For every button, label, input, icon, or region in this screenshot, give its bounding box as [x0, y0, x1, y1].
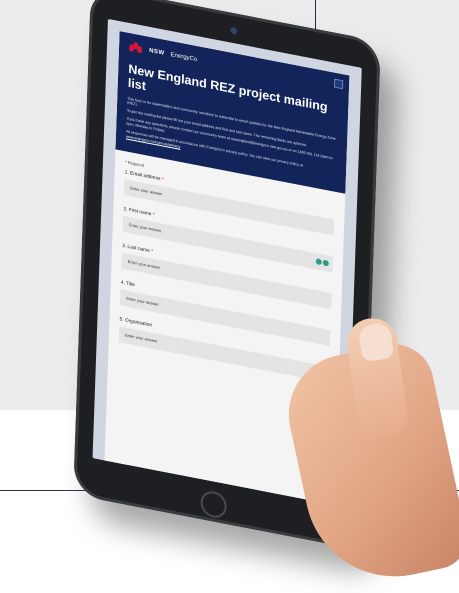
tablet-camera	[230, 26, 238, 35]
close-icon[interactable]	[333, 78, 344, 90]
home-button[interactable]	[200, 489, 228, 520]
brand-nsw: NSW	[148, 47, 165, 57]
required-marker: *	[151, 249, 154, 256]
question-text: 3. Last name	[122, 244, 150, 255]
question-text: 4. Title	[120, 280, 136, 289]
required-marker: *	[152, 213, 155, 219]
waratah-logo-icon	[128, 41, 143, 56]
required-marker: *	[161, 177, 164, 184]
brand-name: EnergyCo	[170, 51, 198, 64]
